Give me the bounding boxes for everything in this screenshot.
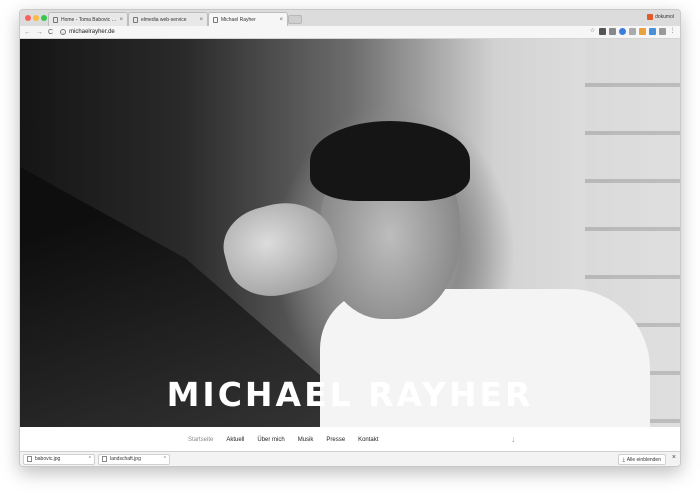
- download-filename: babovic.jpg: [35, 456, 61, 462]
- extension-icon[interactable]: [629, 28, 636, 35]
- site-info-icon[interactable]: i: [60, 29, 67, 35]
- tab-title: Home - Toma Babovic | Photo: [61, 16, 116, 23]
- download-item[interactable]: babovic.jpg ^: [23, 453, 95, 465]
- tab-elmedia[interactable]: elmedia web-service ×: [128, 12, 208, 26]
- tab-strip: Home - Toma Babovic | Photo × elmedia we…: [20, 10, 680, 26]
- extension-icon[interactable]: [599, 28, 606, 35]
- close-download-bar-icon[interactable]: ×: [672, 454, 676, 461]
- nav-item-kontakt[interactable]: Kontakt: [358, 437, 378, 443]
- download-filename: landschaft.jpg: [110, 456, 141, 462]
- nav-item-ueber-mich[interactable]: Über mich: [257, 437, 284, 443]
- tab-close-icon[interactable]: ×: [279, 17, 283, 23]
- bookmark-star-icon[interactable]: ☆: [589, 28, 596, 35]
- forward-button[interactable]: →: [36, 29, 43, 36]
- profile-name: dokumol: [655, 14, 674, 20]
- extension-icon[interactable]: [619, 28, 626, 35]
- show-all-label: Alle einblenden: [626, 456, 661, 463]
- page-icon: [53, 16, 58, 23]
- extensions-area: ☆ ⋮: [589, 28, 676, 35]
- download-bar: babovic.jpg ^ landschaft.jpg ^ ⤓ Alle ei…: [20, 451, 680, 466]
- extension-icon[interactable]: [609, 28, 616, 35]
- tab-close-icon[interactable]: ×: [199, 17, 203, 23]
- menu-kebab-icon[interactable]: ⋮: [669, 28, 676, 35]
- extension-icon[interactable]: [649, 28, 656, 35]
- profile-button[interactable]: dokumol: [647, 14, 674, 20]
- url-text[interactable]: michaelrayher.de: [69, 29, 115, 35]
- browser-toolbar: ← → C i michaelrayher.de ☆ ⋮: [20, 26, 680, 39]
- extension-icon[interactable]: [659, 28, 666, 35]
- download-item[interactable]: landschaft.jpg ^: [98, 453, 170, 465]
- nav-item-aktuell[interactable]: Aktuell: [226, 437, 244, 443]
- hero-title: MICHAEL RAYHER: [166, 375, 534, 414]
- file-icon: [102, 456, 107, 462]
- hero-image: MICHAEL RAYHER: [20, 39, 680, 427]
- nav-item-musik[interactable]: Musik: [298, 437, 314, 443]
- nav-item-startseite[interactable]: Startseite: [188, 437, 213, 443]
- tab-toma-babovic[interactable]: Home - Toma Babovic | Photo ×: [48, 12, 128, 26]
- back-button[interactable]: ←: [24, 29, 31, 36]
- tab-close-icon[interactable]: ×: [119, 17, 123, 23]
- browser-window: Home - Toma Babovic | Photo × elmedia we…: [19, 9, 681, 467]
- chevron-up-icon[interactable]: ^: [89, 456, 91, 462]
- tab-title: elmedia web-service: [141, 16, 187, 23]
- scroll-down-icon[interactable]: ↓: [511, 434, 516, 444]
- download-icon: ⤓: [622, 456, 625, 463]
- window-minimize-button[interactable]: [33, 15, 39, 21]
- site-navigation: Startseite Aktuell Über mich Musik Press…: [20, 427, 680, 452]
- window-maximize-button[interactable]: [41, 15, 47, 21]
- tab-title: Michael Rayher: [221, 16, 256, 23]
- page-icon: [213, 16, 218, 23]
- file-icon: [27, 456, 32, 462]
- reload-button[interactable]: C: [48, 29, 53, 36]
- window-close-button[interactable]: [25, 15, 31, 21]
- nav-item-presse[interactable]: Presse: [326, 437, 345, 443]
- hair-shape: [310, 121, 470, 201]
- show-all-downloads-button[interactable]: ⤓ Alle einblenden: [617, 454, 666, 465]
- address-bar[interactable]: i michaelrayher.de: [60, 29, 115, 35]
- profile-avatar-icon: [647, 14, 654, 20]
- tab-michael-rayher[interactable]: Michael Rayher ×: [208, 12, 288, 26]
- new-tab-button[interactable]: [288, 15, 302, 24]
- chevron-up-icon[interactable]: ^: [164, 456, 166, 462]
- extension-icon[interactable]: [639, 28, 646, 35]
- page-icon: [133, 16, 138, 23]
